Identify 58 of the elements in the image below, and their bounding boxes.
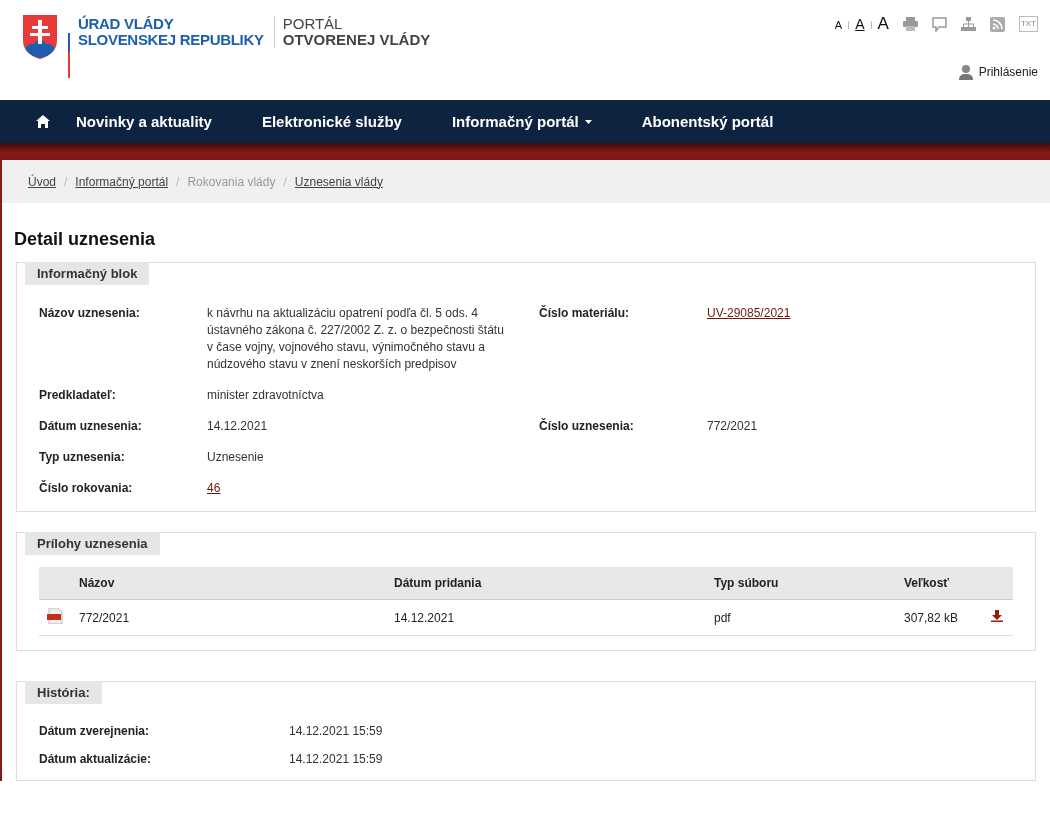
nav-link[interactable]: Elektronické služby xyxy=(261,113,402,130)
breadcrumb-current-page: Rokovania vlády xyxy=(187,174,276,189)
breadcrumb-link[interactable]: Informačný portál xyxy=(75,174,169,189)
field-label: Dátum aktualizácie: xyxy=(39,752,153,766)
home-icon[interactable] xyxy=(36,115,50,128)
login-link[interactable]: Prihlásenie xyxy=(958,64,1038,80)
field-value: minister zdravotníctva xyxy=(207,388,324,402)
font-size-button[interactable]: A xyxy=(834,19,843,31)
comment-icon[interactable] xyxy=(931,16,947,32)
field-link[interactable]: 46 xyxy=(207,481,221,495)
panel-title: História: xyxy=(25,681,102,704)
panel-title: Prílohy uznesenia xyxy=(25,532,160,555)
coat-of-arms-icon xyxy=(22,14,58,60)
field-value: 14.12.2021 15:59 xyxy=(289,724,384,738)
nav-link[interactable]: Abonentský portál xyxy=(641,113,774,130)
breadcrumb-link[interactable]: Uznesenia vlády xyxy=(294,174,383,189)
header-cell: Názov xyxy=(71,567,386,600)
print-icon[interactable] xyxy=(902,17,918,31)
breadcrumb-separator: / xyxy=(64,174,68,189)
field-label: Číslo uznesenia: xyxy=(539,418,635,435)
field-label: Názov uznesenia: xyxy=(39,305,141,322)
field-link[interactable]: UV-29085/2021 xyxy=(707,306,791,320)
field-value: k návrhu na aktualizáciu opatrení podľa čl. 5 ods. 4 ústavného zákona č. 227/2002 Z. z. o bezpečnosti štátu v čase vojny, vojnového stavu, výnimočného stavu a núdzového stavu v znení neskorších predpisov xyxy=(207,306,504,371)
field-label: Číslo rokovania: xyxy=(39,480,134,497)
download-icon[interactable] xyxy=(991,610,1003,622)
field-label: Predkladateľ: xyxy=(39,387,117,404)
text-version-icon[interactable]: TXT xyxy=(1018,16,1038,32)
table-cell: 307,82 kB xyxy=(896,599,983,636)
sitemap-icon[interactable] xyxy=(960,17,976,31)
field-label: Dátum zverejnenia: xyxy=(39,724,151,738)
header-cell: Typ súboru xyxy=(706,567,896,600)
table-cell: 14.12.2021 xyxy=(386,599,706,636)
header-cell: Veľkosť xyxy=(896,567,983,600)
font-size-button[interactable]: A xyxy=(877,14,889,34)
field-label: Typ uznesenia: xyxy=(39,449,126,466)
breadcrumb-separator: / xyxy=(283,174,287,189)
nav-link[interactable]: Informačný portál xyxy=(451,113,592,130)
office-name: ÚRAD VLÁDY SLOVENSKEJ REPUBLIKY xyxy=(78,16,264,48)
field-value: Uznesenie xyxy=(207,450,264,464)
page-title: Detail uznesenia xyxy=(14,229,157,250)
field-label: Číslo materiálu: xyxy=(539,305,631,322)
header-cell: Dátum pridania xyxy=(386,567,706,600)
caret-icon xyxy=(584,119,592,124)
field-value: 772/2021 xyxy=(707,419,758,433)
rss-icon[interactable] xyxy=(989,16,1005,32)
nav-link[interactable]: Novinky a aktuality xyxy=(76,113,212,130)
breadcrumb-separator: / xyxy=(176,174,180,189)
user-icon xyxy=(958,64,973,80)
panel-title: Informačný blok xyxy=(25,262,150,285)
pdf-file-icon xyxy=(47,608,63,624)
field-label: Dátum uznesenia: xyxy=(39,418,143,435)
table-cell: 772/2021 xyxy=(71,599,386,636)
portal-name: PORTÁL OTVORENEJ VLÁDY xyxy=(273,16,431,48)
breadcrumb-link[interactable]: Úvod xyxy=(28,174,56,189)
font-size-button[interactable]: A xyxy=(855,16,865,32)
field-value: 14.12.2021 xyxy=(207,419,268,433)
table-cell: pdf xyxy=(706,599,896,636)
field-value: 14.12.2021 15:59 xyxy=(289,752,384,766)
